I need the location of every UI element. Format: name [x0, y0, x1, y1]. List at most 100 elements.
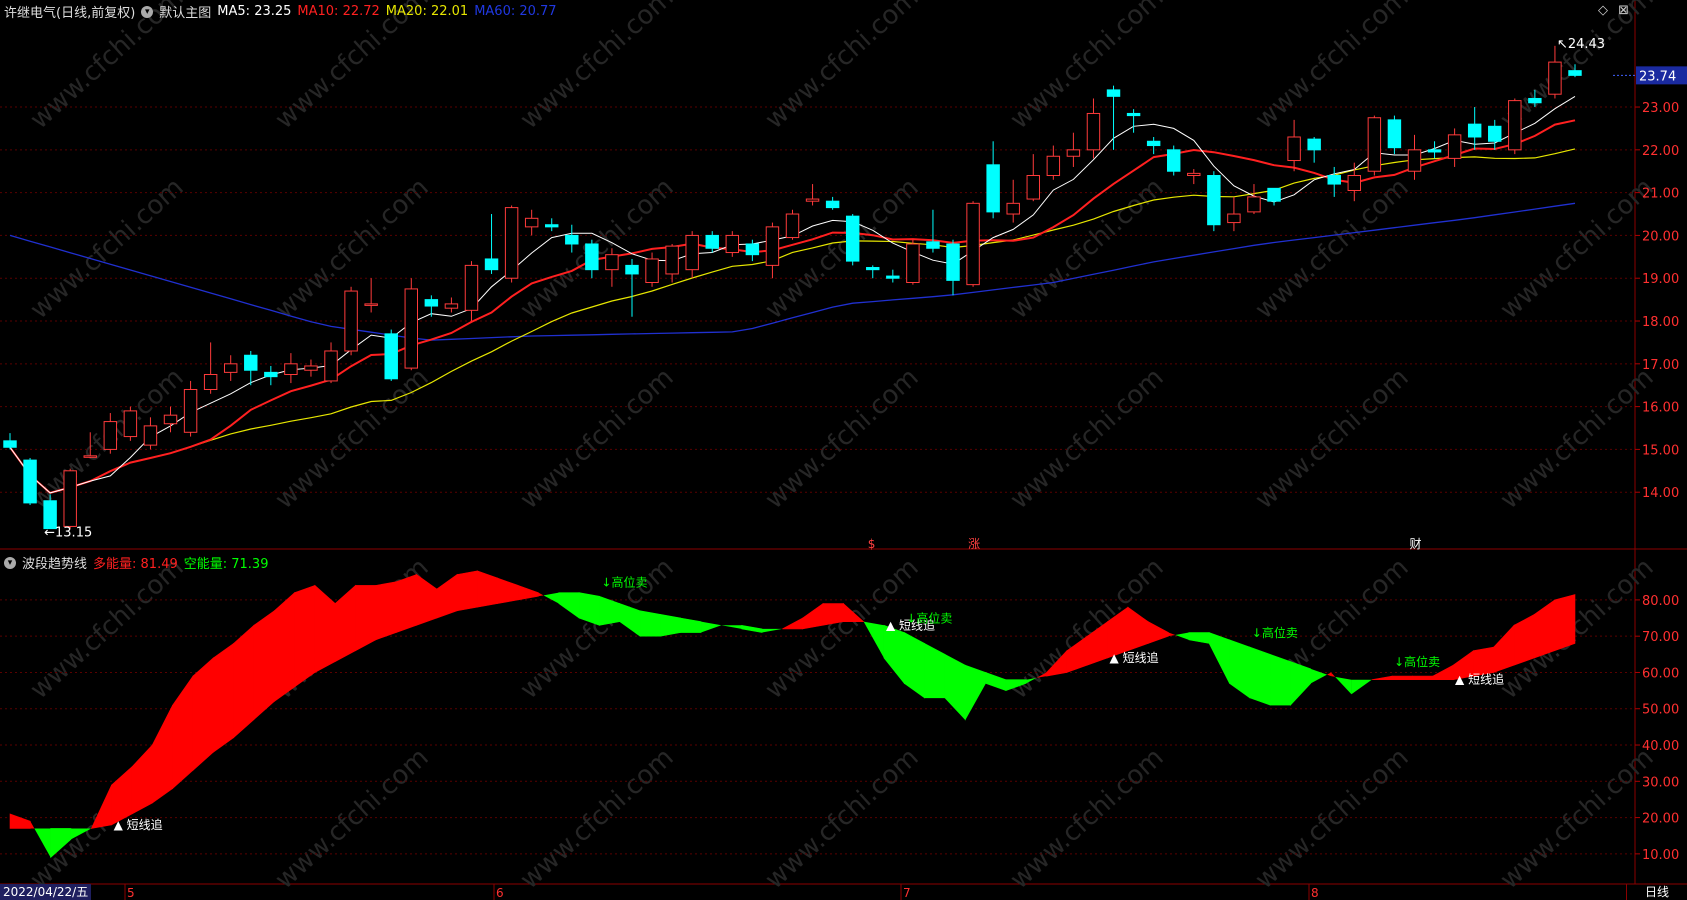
candle-body — [565, 234, 579, 245]
candle-body — [324, 350, 338, 382]
bear-ribbon-segment — [1229, 639, 1251, 699]
candle-body — [1146, 140, 1161, 147]
stock-title: 许继电气(日线,前复权) — [4, 6, 136, 21]
period-button[interactable]: 日线 — [1626, 884, 1687, 900]
price-axis-label: 22.00 — [1642, 144, 1679, 159]
bull-ribbon-segment — [436, 573, 458, 619]
indicator-name[interactable]: 波段趋势线 — [22, 553, 87, 572]
bear-ribbon-segment — [639, 610, 661, 637]
candle-body — [605, 254, 619, 271]
bear-ribbon-segment — [1188, 632, 1210, 644]
chart-canvas: www.cfchi.com www.cfchi.com www.cfchi.com w… — [0, 0, 1687, 900]
candle-body — [1407, 149, 1422, 172]
bull-ribbon-segment — [1534, 599, 1555, 659]
candle-body — [524, 217, 539, 228]
candle-body — [444, 303, 459, 309]
candle-body — [424, 299, 439, 307]
candle-body — [83, 455, 97, 458]
candle-body — [1467, 123, 1482, 138]
candle-body — [223, 363, 238, 373]
bear-ribbon-segment — [558, 592, 580, 619]
ma5-value: MA5: 23.25 — [217, 4, 292, 19]
template-name[interactable]: 默认主图 — [159, 2, 211, 21]
bear-ribbon-segment — [1175, 632, 1189, 640]
bull-ribbon-segment — [517, 584, 539, 601]
bull-ribbon-segment — [477, 570, 499, 608]
candle-body — [23, 459, 37, 504]
bull-ribbon-segment — [1513, 613, 1535, 666]
bull-ribbon-segment — [395, 574, 417, 633]
bear-ribbon-segment — [1290, 661, 1312, 706]
candle-body — [1026, 175, 1040, 200]
candle-body — [545, 224, 559, 228]
candle-body — [364, 303, 378, 306]
bull-ribbon-segment — [151, 704, 173, 804]
bull-energy-value: 多能量: 81.49 — [93, 557, 178, 572]
indicator-toggle-icon[interactable]: ▾ — [4, 556, 16, 569]
candle-body — [1548, 61, 1562, 95]
candle-body — [464, 264, 479, 311]
candle-body — [1166, 149, 1181, 172]
diamond-icon[interactable]: ◇ — [1598, 3, 1608, 18]
bear-ribbon-segment — [1351, 679, 1372, 695]
last-price-label: 23.74 — [1639, 69, 1676, 84]
candle-body — [284, 363, 298, 376]
ma10-value: MA10: 22.72 — [297, 4, 380, 19]
bear-ribbon-segment — [701, 621, 722, 633]
candle-body — [1187, 172, 1201, 177]
template-toggle-icon[interactable]: ▾ — [141, 5, 154, 18]
candle-body — [1307, 138, 1321, 151]
bull-ribbon-segment — [314, 584, 336, 673]
price-axis-label: 14.00 — [1642, 486, 1679, 501]
bull-ribbon-segment — [802, 602, 824, 630]
sell-signal-label: ↓高位卖 — [906, 611, 952, 626]
candle-body — [1247, 196, 1261, 213]
candle-body — [264, 371, 278, 378]
candle-body — [43, 500, 57, 530]
sell-signal-label: ↓高位卖 — [1252, 625, 1298, 640]
candle-body — [986, 164, 1000, 213]
candle-body — [946, 243, 960, 281]
bull-ribbon-segment — [497, 577, 519, 604]
buy-signal-label: ▲ 短线追 — [114, 817, 163, 832]
price-axis-label: 20.00 — [1642, 229, 1679, 244]
indicator-axis-label: 40.00 — [1642, 739, 1679, 754]
close-panel-icon[interactable]: ⊠ — [1618, 3, 1629, 18]
bull-ribbon-segment — [1127, 606, 1149, 652]
buy-signal-label: ▲ 短线追 — [1110, 650, 1159, 665]
bear-ribbon-segment — [1310, 668, 1328, 684]
candle-body — [1528, 97, 1542, 104]
candle-body — [63, 470, 77, 527]
watermark: www.cfchi.com — [760, 172, 925, 325]
candle-body — [244, 354, 258, 371]
bear-ribbon-segment — [1269, 653, 1291, 706]
candle-body — [845, 215, 860, 262]
watermark: www.cfchi.com — [760, 0, 925, 135]
candle-body — [1387, 119, 1402, 149]
time-axis-label: 7 — [903, 886, 911, 900]
watermark: www.cfchi.com — [1250, 362, 1415, 515]
bull-ribbon-segment — [1371, 675, 1393, 681]
bear-ribbon-segment — [903, 632, 925, 699]
watermark: www.cfchi.com — [270, 362, 435, 515]
bull-ribbon-segment — [416, 573, 438, 626]
bear-ribbon-segment — [680, 617, 702, 633]
bull-ribbon-segment — [253, 610, 275, 721]
sell-signal-label: ↓高位卖 — [601, 574, 647, 589]
bull-ribbon-segment — [538, 592, 544, 597]
bear-ribbon-segment — [34, 828, 51, 858]
candle-body — [866, 267, 880, 271]
candle-body — [1327, 175, 1341, 185]
time-axis-label: 6 — [496, 886, 504, 900]
candle-body — [103, 421, 118, 450]
event-marker: 财 — [1409, 537, 1421, 551]
candle-body — [765, 226, 780, 266]
candle-body — [725, 234, 740, 254]
bull-ribbon-segment — [782, 617, 803, 630]
bull-ribbon-segment — [1412, 675, 1434, 681]
indicator-axis-label: 60.00 — [1642, 666, 1679, 681]
event-marker: $ — [868, 537, 876, 551]
watermark: www.cfchi.com — [1005, 742, 1170, 895]
watermark: www.cfchi.com — [760, 742, 925, 895]
bull-ribbon-segment — [172, 675, 194, 790]
